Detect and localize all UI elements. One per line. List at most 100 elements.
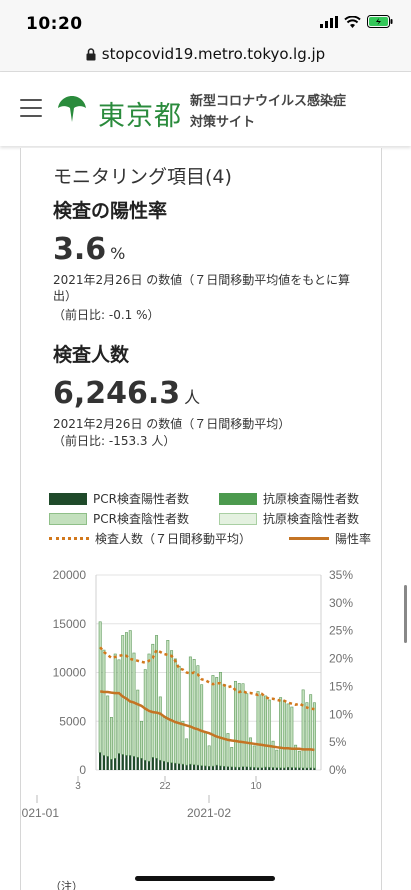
bar-pcr-negative: [297, 750, 301, 769]
tests-note: 2021年2月26日 の数値（７日間移動平均）: [53, 417, 291, 431]
scroll-indicator[interactable]: [404, 585, 407, 643]
y-right-tick-label: 15%: [329, 679, 353, 693]
bar-pcr-negative: [140, 720, 143, 759]
y-left-tick-label: 0: [79, 763, 86, 777]
bar-pcr-positive: [155, 758, 158, 770]
bar-pcr-negative: [166, 640, 170, 763]
bar-pcr-negative: [192, 659, 196, 765]
status-time: 10:20: [26, 14, 83, 34]
bar-pcr-positive: [226, 766, 230, 770]
positivity-heading: 検査の陽性率: [53, 200, 168, 222]
bar-pcr-negative: [102, 649, 106, 756]
bar-pcr-positive: [102, 755, 106, 770]
swatch-pcr-positive: [49, 492, 87, 505]
bar-pcr-negative: [143, 669, 147, 761]
bar-pcr-negative: [245, 693, 249, 768]
legend-antigen-positive[interactable]: 抗原検査陽性者数: [219, 490, 359, 507]
bar-pcr-negative: [267, 699, 271, 768]
bar-pcr-negative: [282, 700, 286, 769]
menu-icon[interactable]: [20, 99, 42, 117]
bar-pcr-positive: [204, 765, 207, 770]
bar-pcr-negative: [185, 738, 189, 766]
bar-pcr-negative: [279, 697, 283, 769]
bar-pcr-positive: [174, 763, 177, 770]
bar-pcr-positive: [159, 760, 162, 770]
y-right-tick-label: 0%: [329, 763, 347, 777]
bar-pcr-negative: [98, 621, 102, 753]
bar-pcr-positive: [177, 763, 181, 770]
bar-pcr-positive: [264, 767, 267, 770]
bar-pcr-positive: [271, 767, 275, 770]
bar-pcr-positive: [279, 767, 282, 770]
bar-pcr-negative: [309, 694, 313, 769]
y-right-tick-label: 35%: [329, 568, 353, 582]
bar-pcr-positive: [256, 767, 260, 770]
bar-pcr-negative: [158, 696, 162, 761]
line-positivity-rate: [99, 690, 315, 752]
bar-pcr-positive: [268, 767, 271, 770]
bar-pcr-positive: [114, 758, 117, 770]
legend-tests-avg[interactable]: 検査人数（７日間移動平均）: [49, 530, 251, 547]
signal-icon: [320, 15, 338, 28]
bar-pcr-positive: [117, 753, 121, 770]
site-name[interactable]: 新型コロナウイルス感染症 対策サイト: [190, 91, 346, 133]
bar-pcr-positive: [166, 762, 169, 770]
bar-pcr-negative: [241, 683, 245, 767]
bar-pcr-negative: [113, 653, 117, 759]
bar-pcr-negative: [200, 684, 204, 766]
wifi-icon: [344, 15, 361, 28]
bar-pcr-positive: [275, 767, 278, 770]
bar-pcr-positive: [249, 767, 252, 770]
bar-pcr-positive: [125, 755, 128, 770]
bar-pcr-positive: [301, 767, 305, 770]
bar-pcr-negative: [170, 650, 174, 763]
footnote: （注）: [50, 880, 83, 890]
tests-heading: 検査人数: [53, 344, 130, 366]
legend-pcr-negative[interactable]: PCR検査陰性者数: [49, 510, 189, 527]
line-tests-avg: [99, 646, 315, 711]
bar-pcr-positive: [208, 766, 211, 770]
bar-pcr-positive: [260, 767, 263, 770]
bar-pcr-positive: [144, 760, 147, 770]
bar-pcr-negative: [275, 749, 279, 768]
bar-pcr-positive: [230, 766, 233, 770]
bar-pcr-positive: [309, 767, 312, 770]
address-bar[interactable]: stopcovid19.metro.tokyo.lg.jp: [0, 36, 411, 72]
positivity-chart[interactable]: 0 5000 10000 15000 20000 0% 5% 10% 15% 20% 25% 30% 3…: [21, 563, 383, 833]
bar-pcr-negative: [237, 683, 241, 768]
bar-pcr-positive: [286, 767, 290, 770]
y-right-tick-label: 30%: [329, 596, 353, 610]
bar-pcr-positive: [241, 766, 245, 770]
bar-pcr-positive: [151, 757, 154, 770]
legend-positivity-rate[interactable]: 陽性率: [289, 530, 371, 547]
home-indicator[interactable]: [135, 876, 275, 881]
bar-pcr-negative: [222, 684, 226, 767]
bar-pcr-positive: [253, 767, 256, 770]
tests-value-block: 6,246.3 人: [53, 376, 200, 411]
swatch-antigen-positive: [219, 492, 257, 505]
bar-pcr-negative: [271, 740, 275, 768]
bar-pcr-positive: [181, 764, 185, 770]
y-right-tick-label: 20%: [329, 652, 353, 666]
bar-pcr-negative: [203, 731, 207, 767]
bar-pcr-negative: [234, 680, 237, 768]
bar-pcr-positive: [136, 757, 139, 770]
bar-pcr-positive: [245, 766, 248, 770]
bar-pcr-negative: [128, 630, 132, 756]
legend-pcr-positive[interactable]: PCR検査陽性者数: [49, 490, 189, 507]
lock-icon: [86, 47, 96, 60]
bar-pcr-negative: [125, 632, 128, 756]
tokyo-logo-icon[interactable]: [55, 92, 89, 126]
swatch-pcr-negative: [49, 512, 87, 525]
positivity-unit: %: [110, 244, 126, 263]
bar-pcr-negative: [290, 706, 294, 768]
logo-text[interactable]: 東京都: [98, 94, 182, 133]
tests-diff: （前日比: -153.3 人）: [53, 434, 176, 448]
y-right-tick-label: 10%: [329, 707, 353, 721]
y-right-tick-label: 25%: [329, 624, 353, 638]
x-tick-label: 3: [75, 781, 81, 792]
bar-pcr-negative: [260, 694, 264, 768]
bar-pcr-positive: [196, 765, 200, 770]
tests-unit: 人: [184, 388, 201, 407]
legend-antigen-negative[interactable]: 抗原検査陰性者数: [219, 510, 359, 527]
